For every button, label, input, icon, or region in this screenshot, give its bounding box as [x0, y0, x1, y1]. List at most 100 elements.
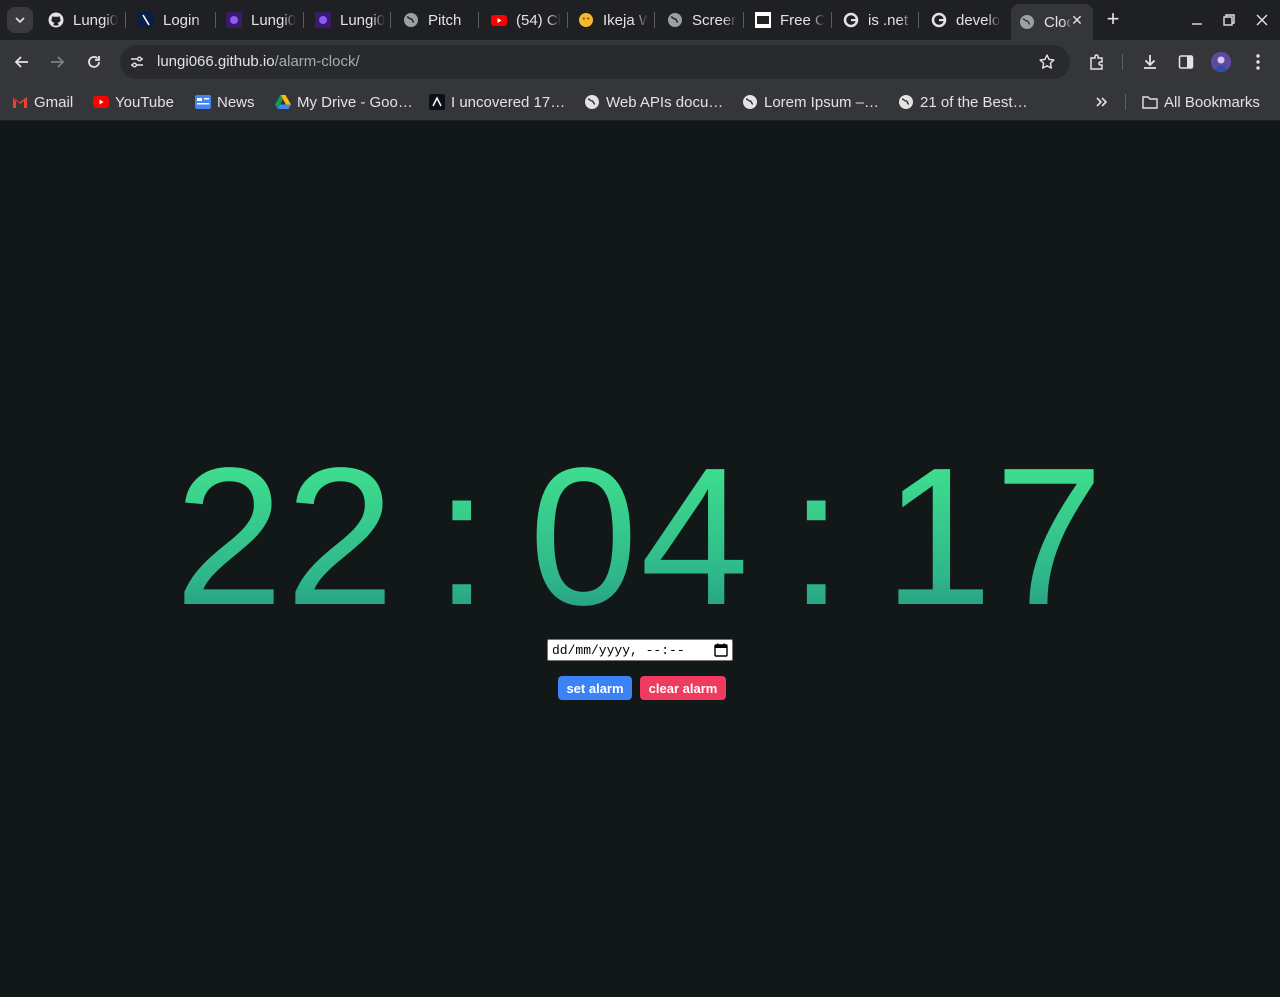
restore-button[interactable]: [1219, 10, 1239, 30]
clock-minutes: 04: [528, 427, 751, 646]
ai-icon: [429, 94, 445, 110]
tab-label: Login: [163, 11, 200, 29]
clock-hours: 22: [174, 427, 397, 646]
tab-10[interactable]: develo: [923, 4, 1001, 36]
new-tab-button[interactable]: +: [1103, 8, 1123, 30]
tab-5[interactable]: (54) Cl: [483, 4, 561, 36]
bookmark-label: YouTube: [115, 93, 174, 111]
tab-4[interactable]: Pitch: [395, 4, 473, 36]
clock-separator: :: [789, 427, 846, 646]
globe-icon: [584, 94, 600, 110]
reload-button[interactable]: [84, 52, 104, 72]
page-content: 22:04:17 dd/mm/yyyy, --:-- set alarm cle…: [0, 121, 1280, 997]
side-panel-button[interactable]: [1176, 52, 1196, 72]
tab-label: Lungi066: [73, 11, 118, 29]
back-button[interactable]: [12, 52, 32, 72]
forward-button[interactable]: [47, 52, 67, 72]
close-tab-icon[interactable]: ✕: [1069, 12, 1085, 28]
calendar-icon[interactable]: [714, 643, 728, 657]
browser-toolbar: lungi066.github.io/alarm-clock/: [0, 40, 1280, 84]
bookmark-label: Lorem Ipsum –…: [764, 93, 880, 111]
bookmark-drive[interactable]: My Drive - Goo…: [275, 91, 413, 113]
url-path: /alarm-clock/: [274, 53, 360, 70]
more-vertical-icon: [1256, 54, 1260, 70]
tab-1[interactable]: Login: [130, 4, 208, 36]
url-host: lungi066.github.io: [157, 53, 275, 70]
globe-icon: [1019, 14, 1035, 30]
tab-3[interactable]: Lungi066: [307, 4, 385, 36]
tab-11-active[interactable]: Clock ✕: [1011, 4, 1093, 40]
bookmark-ai-article[interactable]: I uncovered 17…: [429, 91, 565, 113]
downloads-button[interactable]: [1140, 52, 1160, 72]
globe-icon: [898, 94, 914, 110]
clock-seconds: 17: [883, 427, 1106, 646]
profile-avatar[interactable]: [1211, 52, 1231, 72]
tab-label: Lungi066: [251, 11, 296, 29]
tab-label: Pitch: [428, 11, 462, 29]
extensions-button[interactable]: [1087, 52, 1107, 72]
tab-label: Clock: [1044, 13, 1072, 31]
tab-label: Ikeja W: [603, 11, 648, 29]
google-icon: [843, 12, 859, 28]
vercel-icon: [138, 12, 154, 28]
bookmark-gmail[interactable]: Gmail: [12, 91, 73, 113]
gmail-icon: [12, 94, 28, 110]
bookmarks-bar: Gmail YouTube News My Drive - Goo… I unc…: [0, 84, 1280, 121]
close-window-button[interactable]: [1252, 10, 1272, 30]
project-icon: [226, 12, 242, 28]
tab-search-button[interactable]: [7, 7, 33, 33]
tab-2[interactable]: Lungi066: [218, 4, 296, 36]
alarm-datetime-input[interactable]: dd/mm/yyyy, --:--: [547, 639, 733, 661]
tab-label: is .net: [868, 11, 909, 29]
tab-label: Screen: [692, 11, 737, 29]
tab-6[interactable]: Ikeja W: [570, 4, 648, 36]
url-text[interactable]: lungi066.github.io/alarm-clock/: [157, 53, 360, 70]
youtube-icon: [491, 12, 507, 28]
double-chevron-right-icon: [1096, 97, 1108, 107]
project-icon: [315, 12, 331, 28]
set-alarm-button[interactable]: set alarm: [558, 676, 632, 700]
bookmark-label: 21 of the Best…: [920, 93, 1028, 111]
bookmarks-overflow-button[interactable]: [1095, 91, 1109, 113]
arrow-left-icon: [14, 56, 28, 68]
bookmark-label: Web APIs docu…: [606, 93, 724, 111]
site-info-icon[interactable]: [128, 53, 146, 71]
alarm-input-placeholder: dd/mm/yyyy, --:--: [552, 642, 685, 658]
bookmark-news[interactable]: News: [195, 91, 255, 113]
tab-label: (54) Cl: [516, 11, 561, 29]
digital-clock: 22:04:17: [0, 439, 1280, 635]
arrow-right-icon: [51, 56, 65, 68]
download-icon: [1144, 55, 1156, 69]
oie-icon: [755, 12, 771, 28]
bookmark-lorem-ipsum[interactable]: Lorem Ipsum –…: [742, 91, 879, 113]
emoji-icon: [578, 12, 594, 28]
bookmark-21-best[interactable]: 21 of the Best…: [898, 91, 1028, 113]
tab-9[interactable]: is .net: [835, 4, 913, 36]
tab-strip: Lungi066 Login Lungi066 Lungi066 Pitch (…: [0, 0, 1280, 40]
chevron-down-icon: [15, 17, 25, 24]
puzzle-icon: [1090, 54, 1103, 70]
minimize-icon: [1192, 23, 1202, 25]
minimize-button[interactable]: [1187, 10, 1207, 30]
github-icon: [48, 12, 64, 28]
browser-menu-button[interactable]: [1248, 52, 1268, 72]
bookmark-label: Gmail: [34, 93, 74, 111]
all-bookmarks-button[interactable]: All Bookmarks: [1142, 91, 1260, 113]
clear-alarm-button[interactable]: clear alarm: [640, 676, 726, 700]
globe-icon: [667, 12, 683, 28]
bookmark-label: News: [217, 93, 255, 111]
clock-separator: :: [434, 427, 491, 646]
bookmark-web-apis[interactable]: Web APIs docu…: [584, 91, 723, 113]
bookmark-star-icon[interactable]: [1038, 53, 1056, 71]
tab-7[interactable]: Screen: [659, 4, 737, 36]
drive-icon: [275, 94, 291, 110]
tab-8[interactable]: Free C: [747, 4, 825, 36]
close-icon: [1256, 14, 1268, 26]
tab-0[interactable]: Lungi066: [40, 4, 118, 36]
side-panel-icon: [1178, 55, 1194, 69]
news-icon: [195, 94, 211, 110]
all-bookmarks-label: All Bookmarks: [1164, 93, 1260, 111]
reload-icon: [88, 56, 100, 68]
bookmark-youtube[interactable]: YouTube: [93, 91, 174, 113]
address-bar[interactable]: lungi066.github.io/alarm-clock/: [120, 45, 1070, 79]
